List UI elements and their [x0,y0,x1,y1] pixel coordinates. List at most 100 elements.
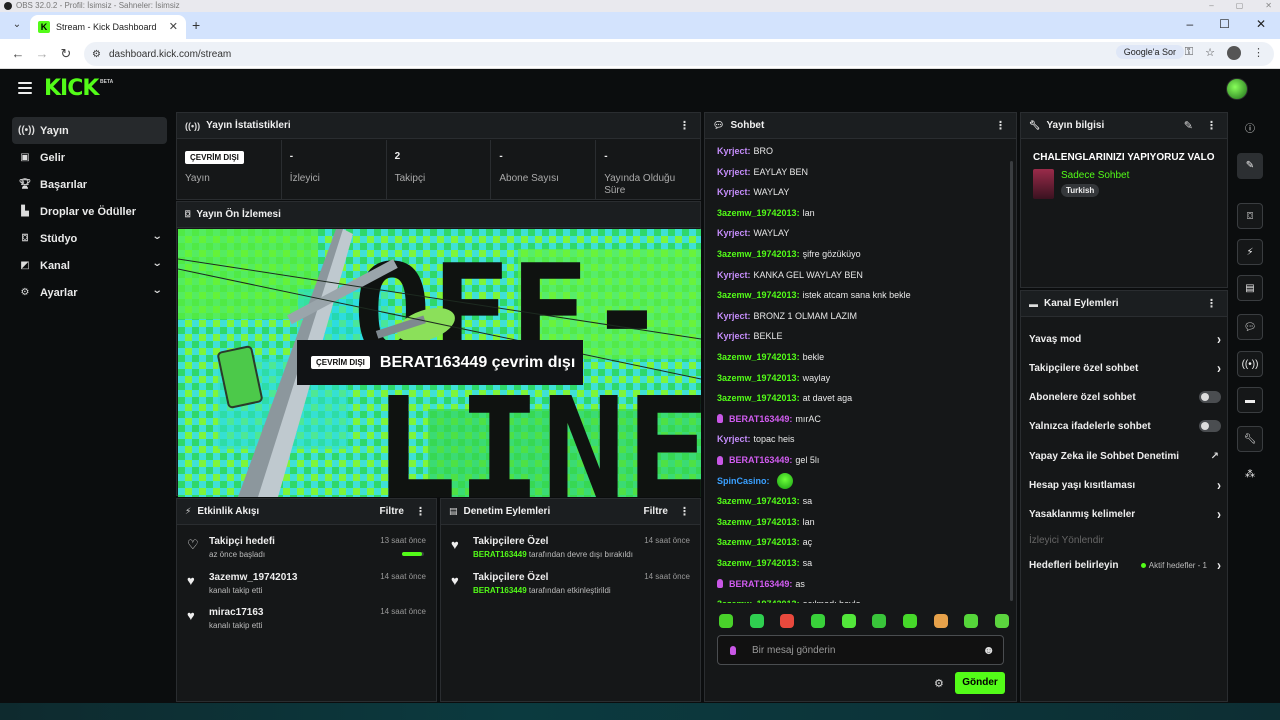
scan-icon[interactable]: ⌼ [1237,203,1263,229]
channel-action-item[interactable]: Hesap yaşı kısıtlaması › [1029,475,1221,495]
sidebar-item-kanal[interactable]: ◩ Kanal ⌄ [12,252,167,279]
chat-username[interactable]: Kyrject: [717,270,751,280]
emote-icon[interactable] [780,614,795,628]
sidebar-item-basarilar[interactable]: 🏆︎ Başarılar [12,171,167,198]
chat-username[interactable]: BERAT163449: [729,579,792,589]
moderation-subtitle: BERAT163449 tarafından etkinleştirildi [473,586,700,595]
stream-category[interactable]: Sadece Sohbet [1061,170,1129,181]
info-icon[interactable]: ⓘ [1237,117,1263,143]
kebab-menu-icon[interactable]: ⋮ [415,505,426,518]
filter-button[interactable]: Filtre [644,506,668,517]
emote-icon[interactable] [872,614,887,628]
sidebar-item-gelir[interactable]: ▣ Gelir [12,144,167,171]
chat-username[interactable]: Kyrject: [717,146,751,156]
kick-logo[interactable]: KICK [44,76,99,101]
emote-icon[interactable] [719,614,733,628]
browser-tab[interactable]: K Stream - Kick Dashboard ✕ [30,15,186,39]
chat-username[interactable]: Kyrject: [717,228,751,238]
chat-icon[interactable]: 💬︎ [1237,314,1263,340]
bolt-icon[interactable]: ⚡︎ [1237,239,1263,265]
filter-button[interactable]: Filtre [380,506,404,517]
nodes-icon[interactable]: ⁂ [1237,462,1263,488]
chat-username[interactable]: Kyrject: [717,187,751,197]
chat-username[interactable]: 3azemw_19742013: [717,352,800,362]
maximize-icon[interactable]: ☐ [1219,17,1230,31]
emote-icon[interactable] [810,614,825,628]
chat-input-box[interactable]: ☻ [717,635,1004,665]
layout-icon[interactable]: ▬ [1237,387,1263,413]
os-window-controls[interactable]: – ▢ ✕ [1209,0,1272,12]
chat-username[interactable]: 3azemw_19742013: [717,249,800,259]
chat-username[interactable]: 3azemw_19742013: [717,393,800,403]
kebab-menu-icon[interactable]: ⋮ [679,505,690,518]
channel-action-item[interactable]: Yalnızca ifadelerle sohbet [1029,416,1221,436]
chat-username[interactable]: SpinCasino: [717,476,770,486]
kebab-menu-icon[interactable]: ⋮ [1206,297,1217,310]
chat-username[interactable]: 3azemw_19742013: [717,599,800,603]
chat-username[interactable]: Kyrject: [717,167,751,177]
chat-username[interactable]: BERAT163449: [729,455,792,465]
chat-username[interactable]: Kyrject: [717,331,751,341]
chat-message-input[interactable] [752,644,972,656]
site-info-icon[interactable]: ⚙ [92,49,101,60]
minimize-icon[interactable]: – [1186,17,1193,31]
address-bar[interactable]: ⚙ dashboard.kick.com/stream Google'a Sor… [84,42,1274,66]
send-button[interactable]: Gönder [955,672,1005,694]
channel-action-item[interactable]: Hedefleri belirleyin Aktif hedefler - 1 › [1029,555,1221,575]
channel-action-item[interactable]: Abonelere özel sohbet [1029,387,1221,407]
sidebar-item-studyo[interactable]: ⌼ Stüdyo ⌄ [12,225,167,252]
browser-menu-icon[interactable]: ⋮ [1253,46,1264,60]
profile-avatar-icon[interactable] [1227,46,1241,60]
channel-action-item[interactable]: Yapay Zeka ile Sohbet Denetimi ↗ [1029,446,1221,466]
document-icon[interactable]: ▤ [1237,275,1263,301]
forward-icon[interactable]: → [30,46,54,61]
ask-google-button[interactable]: Google'a Sor [1115,45,1184,59]
back-icon[interactable]: ← [6,46,30,61]
panel-header: ((•)) Yayın İstatistikleri ⋮ [177,113,700,139]
sidebar-item-ayarlar[interactable]: ⚙ Ayarlar ⌄ [12,279,167,306]
chat-username[interactable]: 3azemw_19742013: [717,290,800,300]
chat-username[interactable]: 3azemw_19742013: [717,208,800,218]
channel-action-item[interactable]: Yavaş mod › [1029,329,1221,349]
kebab-menu-icon[interactable]: ⋮ [679,119,690,132]
channel-action-item[interactable]: Yasaklanmış kelimeler › [1029,504,1221,524]
emote-icon[interactable] [933,614,948,628]
broadcast-icon[interactable]: ((•)) [1237,351,1263,377]
kebab-menu-icon[interactable]: ⋮ [1206,119,1217,132]
user-avatar[interactable] [1226,78,1248,100]
channel-action-item[interactable]: Takipçilere özel sohbet › [1029,358,1221,378]
chat-scrollbar[interactable] [1010,161,1013,601]
chat-username[interactable]: BERAT163449: [729,414,792,424]
chat-username[interactable]: Kyrject: [717,311,751,321]
chat-username[interactable]: 3azemw_19742013: [717,373,800,383]
bookmark-star-icon[interactable]: ☆ [1205,46,1215,60]
chat-username[interactable]: 3azemw_19742013: [717,558,800,568]
emote-quick-bar [719,614,1009,630]
chat-username[interactable]: 3azemw_19742013: [717,517,800,527]
edit-pencil-icon[interactable]: ✎ [1184,119,1193,132]
hamburger-menu-icon[interactable] [18,82,32,94]
emote-icon[interactable] [964,614,979,628]
tab-close-icon[interactable]: ✕ [169,20,178,33]
emote-icon[interactable] [902,614,917,628]
toggle-switch[interactable] [1199,420,1221,432]
new-tab-icon[interactable]: + [192,17,200,33]
chat-username[interactable]: 3azemw_19742013: [717,496,800,506]
sidebar-item-droplar[interactable]: ▙ Droplar ve Ödüller [12,198,167,225]
emote-icon[interactable] [994,614,1009,628]
password-key-icon[interactable]: ⚿ [1185,46,1193,60]
emoji-icon[interactable]: ☻ [982,643,995,657]
tab-search-icon[interactable]: ⌄ [10,18,24,32]
reload-icon[interactable]: ↻ [54,46,78,62]
toggle-switch[interactable] [1199,391,1221,403]
edit-icon[interactable]: ✎ [1237,153,1263,179]
close-window-icon[interactable]: ✕ [1256,17,1266,31]
emote-icon[interactable] [841,614,856,628]
emote-icon[interactable] [749,614,764,628]
chat-settings-icon[interactable]: ⚙ [934,677,944,690]
chat-username[interactable]: 3azemw_19742013: [717,537,800,547]
sidebar-item-yayin[interactable]: ((•)) Yayın [12,117,167,144]
wrench-icon[interactable]: 🔧︎ [1237,426,1263,452]
kebab-menu-icon[interactable]: ⋮ [995,119,1006,132]
chat-username[interactable]: Kyrject: [717,434,751,444]
